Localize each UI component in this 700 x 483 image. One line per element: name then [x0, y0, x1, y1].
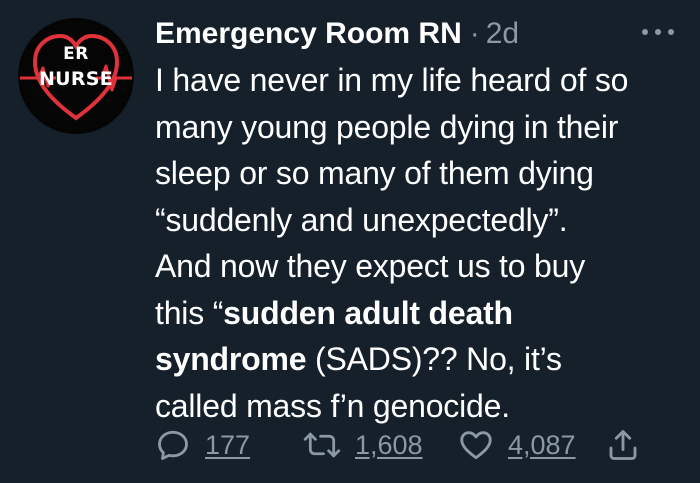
tweet-text-segment: I have never in my life heard of so [155, 62, 629, 98]
share-button[interactable] [605, 420, 641, 470]
retweet-button[interactable]: 1,608 [303, 420, 423, 470]
more-dot-icon [642, 29, 648, 35]
tweet-text-line: And now they expect us to buy [155, 243, 690, 290]
header-separator: · [469, 17, 480, 50]
tweet-text-line: this “sudden adult death [155, 290, 690, 337]
retweet-icon [303, 432, 341, 458]
tweet-text-line: sleep or so many of them dying [155, 150, 690, 197]
heart-icon [460, 431, 492, 460]
avatar[interactable]: ER NURSE [18, 18, 134, 134]
like-button[interactable]: 4,087 [458, 420, 576, 470]
avatar-nurse-text: NURSE [38, 68, 114, 90]
tweet-header: Emergency Room RN · 2d [155, 14, 519, 54]
tweet-text: I have never in my life heard of so many … [155, 57, 690, 429]
reply-button[interactable]: 177 [155, 420, 250, 470]
tweet-text-bold-segment: syndrome [155, 341, 307, 377]
tweet-text-segment: “suddenly and unexpectedly”. [155, 201, 568, 238]
timestamp[interactable]: 2d [486, 17, 519, 51]
author-name[interactable]: Emergency Room RN [155, 17, 462, 51]
reply-count[interactable]: 177 [205, 430, 250, 461]
more-dot-icon [655, 29, 661, 35]
tweet-text-line: syndrome (SADS)?? No, it’s [155, 336, 690, 383]
tweet-text-line: many young people dying in their [155, 104, 690, 151]
tweet-actions: 177 1,608 4,087 [155, 420, 690, 470]
tweet-text-segment: sleep or so many of them dying [155, 155, 594, 191]
share-icon [609, 430, 637, 460]
tweet-text-segment: And now they expect us to buy [155, 248, 586, 284]
like-count[interactable]: 4,087 [508, 430, 576, 461]
more-options-button[interactable] [636, 20, 680, 44]
avatar-er-text: ER [63, 44, 89, 64]
tweet-text-segment: (SADS)?? No, it’s [306, 341, 562, 377]
tweet-text-segment: many young people dying in their [155, 108, 619, 145]
tweet-text-line: “suddenly and unexpectedly”. [155, 197, 690, 244]
reply-icon [158, 430, 188, 460]
retweet-count[interactable]: 1,608 [355, 430, 423, 461]
tweet: ER NURSE Emergency Room RN · 2d I have n… [0, 0, 700, 483]
more-dot-icon [668, 29, 674, 35]
tweet-text-segment: this “ [155, 294, 224, 331]
tweet-text-line: I have never in my life heard of so [155, 57, 690, 104]
tweet-text-bold-segment: sudden adult death [223, 294, 513, 331]
tweet-text-segment: called mass f’n genocide. [155, 387, 510, 424]
